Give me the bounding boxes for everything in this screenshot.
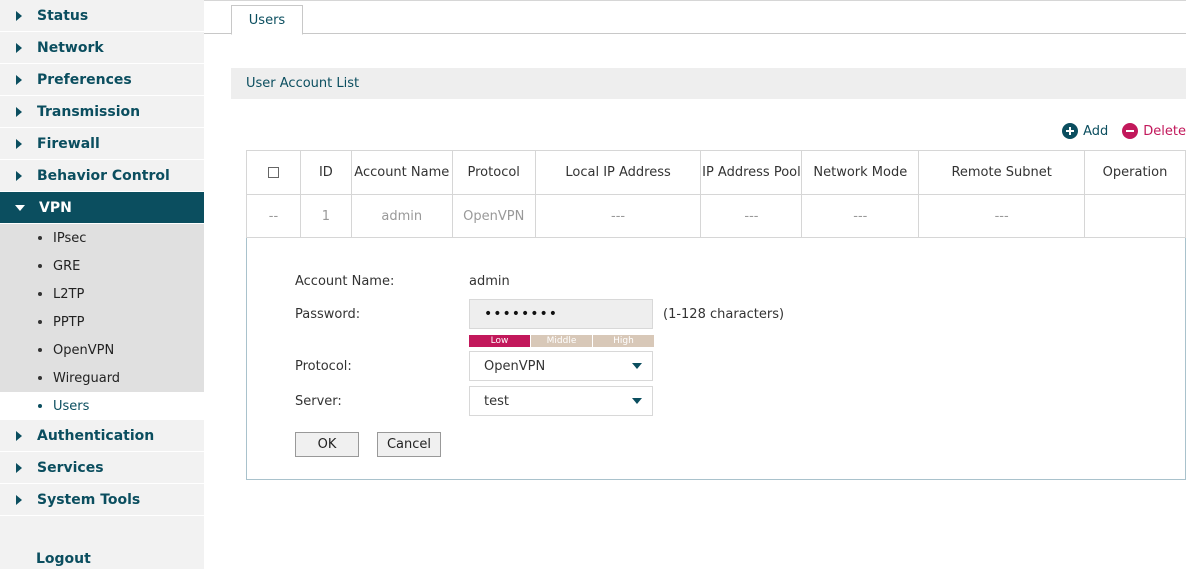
bullet-icon [38, 292, 42, 296]
nav-behavior-control[interactable]: Behavior Control [0, 160, 204, 192]
minus-circle-icon [1122, 123, 1139, 139]
strength-high: High [593, 335, 654, 347]
server-select[interactable]: test [469, 386, 653, 416]
bullet-icon [38, 320, 42, 324]
col-ip-pool: IP Address Pool [700, 150, 803, 195]
cell-network-mode: --- [801, 194, 920, 238]
table-actions: Add Delete [1062, 123, 1186, 139]
logout-link[interactable]: Logout [36, 551, 91, 567]
chevron-down-icon [632, 363, 642, 369]
table-header-row: ID Account Name Protocol Local IP Addres… [246, 150, 1186, 195]
tab-users[interactable]: Users [231, 5, 303, 35]
caret-right-icon [16, 10, 22, 21]
nav-vpn[interactable]: VPN [0, 192, 204, 224]
server-label: Server: [295, 393, 342, 409]
password-row: Password: •••••••• (1-128 characters) [295, 299, 784, 329]
nav-authentication[interactable]: Authentication [0, 420, 204, 452]
col-network-mode: Network Mode [801, 150, 920, 195]
password-strength-meter: Low Middle High [469, 335, 654, 347]
cell-local-ip: --- [534, 194, 702, 238]
caret-right-icon [16, 74, 22, 85]
section-title: User Account List [231, 68, 1186, 99]
col-remote-subnet: Remote Subnet [918, 150, 1086, 195]
nav-services[interactable]: Services [0, 452, 204, 484]
col-local-ip: Local IP Address [534, 150, 702, 195]
main-content: Users User Account List Add Delete ID Ac… [204, 0, 1186, 569]
nav-transmission[interactable]: Transmission [0, 96, 204, 128]
caret-right-icon [16, 106, 22, 117]
password-label: Password: [295, 306, 361, 322]
sub-wireguard[interactable]: Wireguard [0, 364, 204, 392]
caret-right-icon [16, 430, 22, 441]
user-table: ID Account Name Protocol Local IP Addres… [246, 150, 1186, 480]
password-input[interactable]: •••••••• [469, 299, 653, 329]
tab-bar: Users [204, 0, 1186, 35]
caret-right-icon [16, 42, 22, 53]
strength-low: Low [469, 335, 530, 347]
nav-firewall[interactable]: Firewall [0, 128, 204, 160]
select-all-cell [246, 150, 301, 195]
cell-id: 1 [299, 194, 352, 238]
server-row: Server: test [295, 386, 653, 416]
cancel-button[interactable]: Cancel [377, 432, 441, 457]
sub-openvpn[interactable]: OpenVPN [0, 336, 204, 364]
caret-right-icon [16, 494, 22, 505]
ok-button[interactable]: OK [295, 432, 359, 457]
account-name-row: Account Name: admin [295, 266, 510, 296]
table-row[interactable]: -- 1 admin OpenVPN --- --- --- --- [246, 194, 1186, 238]
col-id: ID [299, 150, 352, 195]
nav-status[interactable]: Status [0, 0, 204, 32]
chevron-down-icon [632, 398, 642, 404]
protocol-select[interactable]: OpenVPN [469, 351, 653, 381]
caret-right-icon [16, 170, 22, 181]
cell-select: -- [246, 194, 301, 238]
bullet-icon [38, 376, 42, 380]
delete-button[interactable]: Delete [1122, 123, 1186, 139]
account-name-value: admin [469, 273, 510, 289]
sub-pptp[interactable]: PPTP [0, 308, 204, 336]
caret-right-icon [16, 462, 22, 473]
col-protocol: Protocol [451, 150, 536, 195]
sub-l2tp[interactable]: L2TP [0, 280, 204, 308]
bullet-icon [38, 264, 42, 268]
nav-network[interactable]: Network [0, 32, 204, 64]
bullet-icon [38, 348, 42, 352]
caret-right-icon [16, 138, 22, 149]
sub-users[interactable]: Users [0, 392, 204, 420]
cell-remote-subnet: --- [918, 194, 1086, 238]
caret-down-icon [15, 204, 25, 211]
vpn-submenu: IPsec GRE L2TP PPTP OpenVPN Wireguard Us… [0, 224, 204, 420]
protocol-label: Protocol: [295, 358, 352, 374]
sub-gre[interactable]: GRE [0, 252, 204, 280]
add-button[interactable]: Add [1062, 123, 1108, 139]
nav-preferences[interactable]: Preferences [0, 64, 204, 96]
cell-operation [1084, 194, 1186, 238]
bullet-icon [38, 404, 42, 408]
select-all-checkbox[interactable] [267, 167, 279, 178]
protocol-row: Protocol: OpenVPN [295, 351, 653, 381]
cell-ip-pool: --- [700, 194, 803, 238]
nav-system-tools[interactable]: System Tools [0, 484, 204, 516]
password-hint: (1-128 characters) [663, 306, 785, 322]
col-operation: Operation [1084, 150, 1186, 195]
cell-protocol: OpenVPN [451, 194, 536, 238]
col-account-name: Account Name [350, 150, 453, 195]
strength-middle: Middle [531, 335, 592, 347]
account-name-label: Account Name: [295, 273, 395, 289]
bullet-icon [38, 236, 42, 240]
sub-ipsec[interactable]: IPsec [0, 224, 204, 252]
sidebar: Status Network Preferences Transmission … [0, 0, 204, 569]
cell-account-name: admin [350, 194, 453, 238]
plus-circle-icon [1062, 123, 1079, 139]
